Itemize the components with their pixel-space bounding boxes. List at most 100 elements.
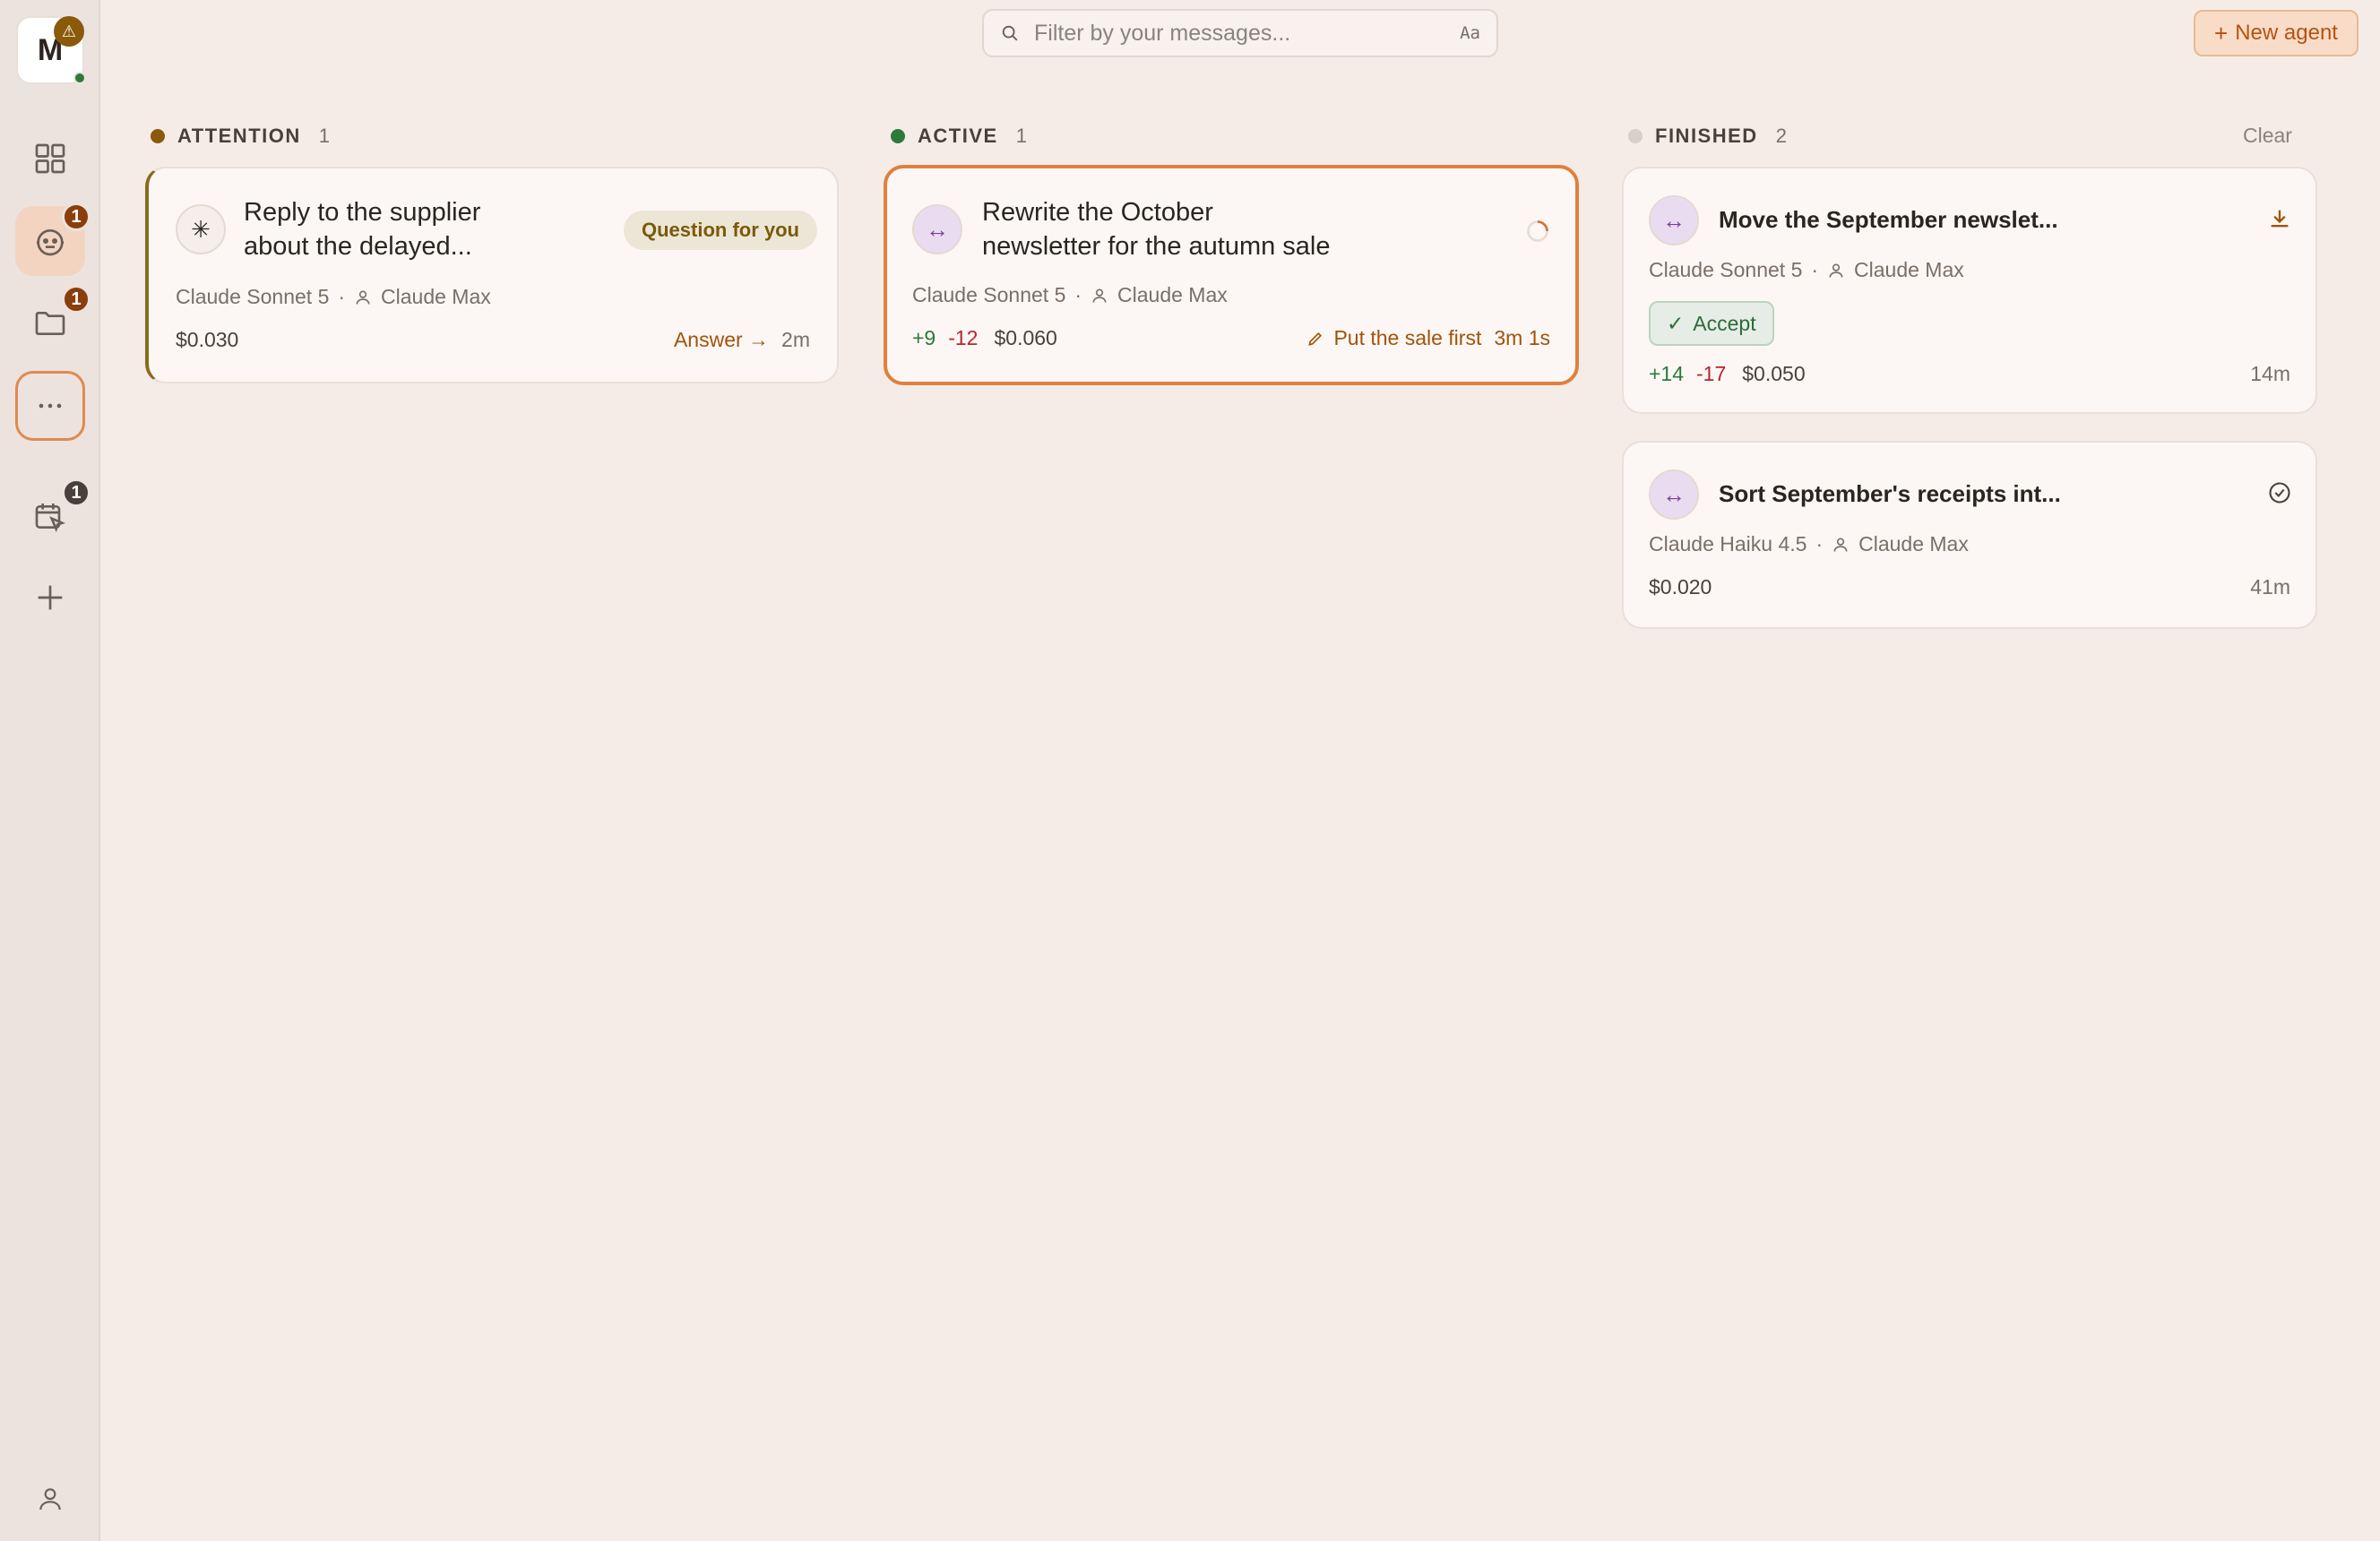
model-name: Claude Sonnet 5	[912, 283, 1066, 306]
model-name: Claude Sonnet 5	[176, 285, 330, 308]
check-icon: ✓	[1667, 311, 1685, 335]
warning-icon: ⚠	[54, 16, 84, 47]
card-age: 2m	[781, 328, 810, 351]
current-step: Put the sale first	[1333, 326, 1482, 349]
arrows-horizontal-icon: ↔	[1649, 195, 1699, 245]
search-icon	[1002, 25, 1018, 41]
accept-label: Accept	[1693, 311, 1756, 335]
card-meta: Claude Haiku 4.5 · Claude Max	[1649, 532, 1969, 555]
sparkle-icon: ✳	[176, 204, 226, 254]
attention-status-dot	[151, 129, 165, 143]
agent-card-active[interactable]: ↔ Rewrite the October newsletter for the…	[884, 165, 1579, 385]
account-name: Claude Max	[1858, 532, 1969, 555]
card-meta: Claude Sonnet 5 · Claude Max	[176, 285, 491, 308]
check-circle-icon	[2269, 482, 2290, 504]
lines-added: +9	[912, 326, 936, 349]
account-name: Claude Max	[1854, 258, 1964, 281]
active-status-dot	[891, 129, 905, 143]
calendar-cursor-icon	[35, 504, 66, 533]
column-label: FINISHED	[1655, 125, 1758, 147]
card-stats: +14 -17 $0.050	[1649, 362, 1806, 386]
cost-value: $0.030	[176, 328, 239, 351]
grid-icon	[35, 143, 65, 174]
sidebar-scheduled-button[interactable]: 1	[15, 478, 91, 552]
card-stats: $0.030	[176, 328, 238, 352]
column-count: 1	[318, 125, 330, 147]
model-name: Claude Sonnet 5	[1649, 258, 1803, 281]
online-status-dot	[73, 72, 86, 84]
sidebar-agents-button[interactable]: 1	[15, 202, 91, 276]
sidebar-add-button[interactable]	[15, 563, 85, 633]
card-progress: Put the sale first 3m 1s	[1306, 326, 1550, 350]
column-count: 2	[1775, 125, 1787, 147]
arrow-right-icon: →	[748, 328, 770, 351]
new-agent-button[interactable]: + New agent	[2194, 10, 2358, 56]
scheduled-badge: 1	[62, 478, 91, 507]
finished-status-dot	[1628, 129, 1643, 143]
pencil-icon	[1308, 331, 1323, 346]
card-age: 14m	[2250, 362, 2290, 385]
user-icon	[1833, 538, 1848, 552]
card-stats: $0.020	[1649, 575, 1712, 599]
lines-removed: -12	[948, 326, 979, 349]
column-label: ATTENTION	[177, 125, 301, 147]
user-icon	[1092, 288, 1107, 303]
card-meta: Claude Sonnet 5 · Claude Max	[912, 283, 1228, 306]
arrows-horizontal-icon: ↔	[912, 204, 962, 254]
bot-face-icon	[37, 229, 64, 256]
download-button[interactable]	[2265, 204, 2294, 233]
plus-icon	[38, 585, 63, 610]
sidebar-files-button[interactable]: 1	[15, 285, 91, 358]
loading-spinner-icon	[1527, 220, 1548, 242]
model-name: Claude Haiku 4.5	[1649, 532, 1807, 555]
files-badge: 1	[62, 285, 91, 314]
new-agent-label: New agent	[2235, 21, 2338, 45]
column-header-active: ACTIVE 1	[891, 122, 1027, 151]
agent-card-finished[interactable]: ↔ Sort September's receipts int... Claud…	[1622, 441, 2317, 629]
column-header-attention: ATTENTION 1	[151, 122, 330, 151]
match-case-toggle[interactable]: Aa	[1460, 23, 1480, 43]
accept-button[interactable]: ✓ Accept	[1649, 301, 1774, 346]
card-title: Rewrite the October newsletter for the a…	[982, 198, 1331, 261]
arrows-horizontal-icon: ↔	[1649, 469, 1699, 520]
more-horizontal-icon	[39, 403, 62, 409]
card-stats: +9 -12 $0.060	[912, 326, 1057, 350]
agent-card-finished[interactable]: ↔ Move the September newslet... Claude S…	[1622, 167, 2317, 414]
user-icon	[39, 1488, 61, 1511]
card-title: Sort September's receipts int...	[1719, 480, 2061, 507]
sidebar-more-button[interactable]	[15, 371, 85, 441]
sidebar-profile-button[interactable]	[15, 1464, 85, 1534]
message-filter[interactable]: Aa	[982, 9, 1498, 57]
account-name: Claude Max	[381, 285, 491, 308]
plus-icon: +	[2214, 19, 2229, 47]
cost-value: $0.060	[994, 326, 1057, 349]
agents-badge: 1	[62, 202, 91, 231]
answer-link[interactable]: Answer →	[674, 328, 769, 352]
card-title: Reply to the supplier about the delayed.…	[244, 198, 481, 261]
user-icon	[356, 290, 370, 305]
agent-card-attention[interactable]: ✳ Reply to the supplier about the delaye…	[145, 167, 839, 383]
search-input[interactable]	[1034, 20, 1461, 47]
workspace-avatar[interactable]: M ⚠	[16, 16, 86, 84]
sidebar: M ⚠ 1 1 1	[0, 0, 100, 1541]
folder-icon	[35, 312, 65, 335]
column-count: 1	[1015, 125, 1027, 147]
card-meta: Claude Sonnet 5 · Claude Max	[1649, 258, 1964, 281]
completed-status	[2265, 478, 2294, 507]
column-label: ACTIVE	[918, 125, 998, 147]
card-age: 41m	[2250, 575, 2290, 598]
cost-value: $0.020	[1649, 575, 1712, 598]
card-actions: Answer → 2m	[674, 328, 810, 352]
elapsed-time: 3m 1s	[1494, 326, 1550, 349]
cost-value: $0.050	[1742, 362, 1806, 385]
download-icon	[2271, 210, 2289, 228]
user-icon	[1829, 263, 1843, 278]
lines-added: +14	[1649, 362, 1685, 385]
sidebar-dashboard-button[interactable]	[15, 124, 85, 194]
clear-finished-button[interactable]: Clear	[2243, 124, 2292, 148]
question-badge: Question for you	[624, 211, 817, 250]
column-header-finished: FINISHED 2	[1628, 122, 1787, 151]
card-title: Move the September newslet...	[1719, 206, 2058, 233]
account-name: Claude Max	[1117, 283, 1228, 306]
lines-removed: -17	[1696, 362, 1727, 385]
